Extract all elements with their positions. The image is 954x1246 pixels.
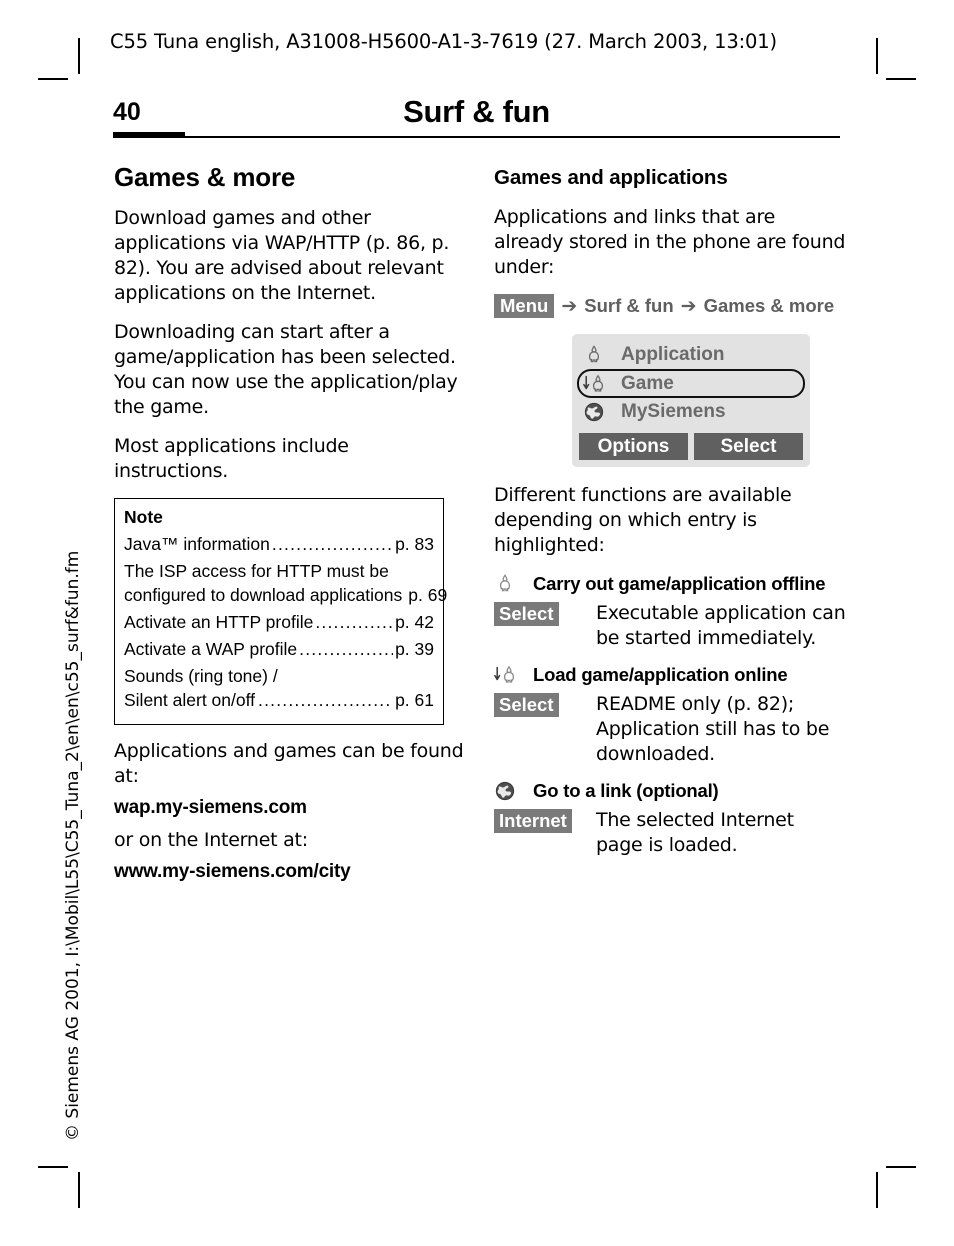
note-block-line-2: configured to download applications (124, 585, 403, 605)
paragraph-most-applications: Most applications include instructions. (114, 435, 349, 482)
paragraph-different-functions: Different functions are available depend… (494, 484, 792, 556)
menu-path-breadcrumb: Menu ➔ Surf & fun ➔ Games & more (494, 294, 846, 318)
right-column: Games and applications Applications and … (494, 162, 846, 870)
arrow-right-icon: ➔ (680, 294, 697, 317)
globe-icon (583, 400, 613, 424)
function-title: Go to a link (optional) (533, 780, 719, 801)
page-title-block: 40 Surf & fun (113, 92, 840, 142)
function-description: The selected Internet page is loaded. (596, 809, 794, 856)
phone-screen-mockup: Application Game MySiemens Options Selec… (572, 334, 810, 467)
arrow-right-icon: ➔ (561, 294, 578, 317)
phone-list-item-application[interactable]: Application (579, 341, 803, 369)
page-title: Surf & fun (403, 94, 550, 129)
leader-dots: ........................................… (258, 690, 392, 710)
function-title: Load game/application online (533, 664, 788, 685)
phone-list-item-label: Application (621, 344, 725, 365)
note-block-page: p. 69 (408, 585, 448, 605)
note-row-page: p. 39 (395, 639, 434, 659)
crop-mark-bottom-right-vertical (876, 1172, 878, 1208)
leader-dots: ........................................… (299, 639, 394, 659)
function-body-row: Internet The selected Internet page is l… (494, 808, 846, 858)
note-row-activate-wap-profile: Activate a WAP profile .................… (124, 637, 434, 661)
crop-mark-bottom-right-horizontal (886, 1166, 916, 1168)
phone-softkey-bar: Options Select (579, 433, 803, 460)
note-row-label: Activate an HTTP profile (124, 612, 314, 632)
function-description: Executable application can be started im… (596, 602, 846, 649)
note-block-line-2-row: Silent alert on/off ....................… (124, 688, 434, 712)
function-heading-row: Carry out game/application offline (494, 572, 846, 596)
download-duke-icon (494, 663, 524, 687)
note-block-line-2-row: configured to download applications ....… (124, 583, 447, 607)
function-key-cell: Select (494, 601, 596, 626)
softkey-badge-internet[interactable]: Internet (494, 809, 572, 833)
globe-icon (494, 779, 524, 803)
crop-mark-bottom-left-vertical (78, 1172, 80, 1208)
leader-dots: ........................................… (271, 534, 394, 554)
note-box: Note Java™ information .................… (114, 498, 447, 725)
paragraph-applications-and-links: Applications and links that are already … (494, 206, 846, 278)
function-group-offline: Carry out game/application offline Selec… (494, 572, 846, 651)
phone-list-item-label: MySiemens (621, 401, 726, 422)
crop-mark-top-right-vertical (876, 38, 878, 74)
java-duke-icon (583, 343, 613, 367)
function-key-cell: Select (494, 692, 596, 717)
phone-softkey-options[interactable]: Options (579, 433, 688, 460)
note-block-sounds: Sounds (ring tone) / Silent alert on/off… (124, 664, 434, 712)
header-rule (113, 136, 840, 138)
menu-softkey-badge[interactable]: Menu (494, 294, 555, 318)
section-heading-games-and-more: Games & more (114, 162, 296, 192)
document-running-header: C55 Tuna english, A31008-H5600-A1-3-7619… (110, 30, 777, 53)
note-row-label: Activate a WAP profile (124, 639, 298, 659)
note-block-line-1: The ISP access for HTTP must be (124, 561, 389, 581)
menu-path-step-1: Surf & fun (584, 295, 674, 316)
function-description: README only (p. 82); Application still h… (596, 693, 830, 765)
paragraph-found-at: Applications and games can be found at: (114, 740, 464, 787)
function-heading-row: Load game/application online (494, 663, 846, 687)
note-block-line-1: Sounds (ring tone) / (124, 666, 278, 686)
sub-heading-games-and-applications: Games and applications (494, 166, 728, 189)
function-group-online: Load game/application online Select READ… (494, 663, 846, 767)
note-row-activate-http-profile: Activate an HTTP profile ...............… (124, 610, 434, 634)
function-key-cell: Internet (494, 808, 596, 833)
softkey-badge-select[interactable]: Select (494, 693, 559, 717)
function-title: Carry out game/application offline (533, 573, 826, 594)
note-block-line-2: Silent alert on/off (124, 690, 256, 710)
paragraph-or-internet: or on the Internet at: (114, 829, 308, 851)
note-row-java-information: Java™ information ......................… (124, 532, 434, 556)
note-block-page: p. 61 (395, 690, 434, 710)
softkey-badge-select[interactable]: Select (494, 602, 559, 626)
phone-list-item-mysiemens[interactable]: MySiemens (579, 398, 803, 426)
function-body-row: Select Executable application can be sta… (494, 601, 846, 651)
function-group-link: Go to a link (optional) Internet The sel… (494, 779, 846, 858)
note-block-isp-access: The ISP access for HTTP must be configur… (124, 559, 447, 607)
paragraph-downloading-start: Downloading can start after a game/appli… (114, 321, 458, 418)
menu-path-step-2: Games & more (703, 295, 835, 316)
phone-softkey-select[interactable]: Select (694, 433, 803, 460)
note-row-page: p. 83 (395, 534, 434, 554)
note-row-page: p. 42 (395, 612, 434, 632)
note-box-title: Note (124, 507, 163, 527)
crop-mark-bottom-left-horizontal (38, 1166, 68, 1168)
paragraph-download-games: Download games and other applications vi… (114, 207, 450, 304)
wap-url[interactable]: wap.my-siemens.com (114, 795, 466, 820)
side-margin-caption: © Siemens AG 2001, I:\Mobil\L55\C55_Tuna… (63, 550, 83, 1141)
crop-mark-top-right-horizontal (886, 78, 916, 80)
java-duke-icon (494, 572, 524, 596)
function-heading-row: Go to a link (optional) (494, 779, 846, 803)
header-rule-accent (113, 132, 185, 138)
phone-list-item-game[interactable]: Game (577, 369, 805, 398)
web-url[interactable]: www.my-siemens.com/city (114, 859, 466, 884)
leader-dots: ........................................… (315, 612, 393, 632)
phone-list-item-label: Game (621, 372, 674, 394)
function-body-row: Select README only (p. 82); Application … (494, 692, 846, 767)
note-row-label: Java™ information (124, 534, 270, 554)
left-column: Games & more Download games and other ap… (114, 162, 466, 892)
crop-mark-top-left-horizontal (38, 78, 68, 80)
crop-mark-top-left-vertical (78, 38, 80, 74)
download-duke-icon (583, 372, 613, 396)
